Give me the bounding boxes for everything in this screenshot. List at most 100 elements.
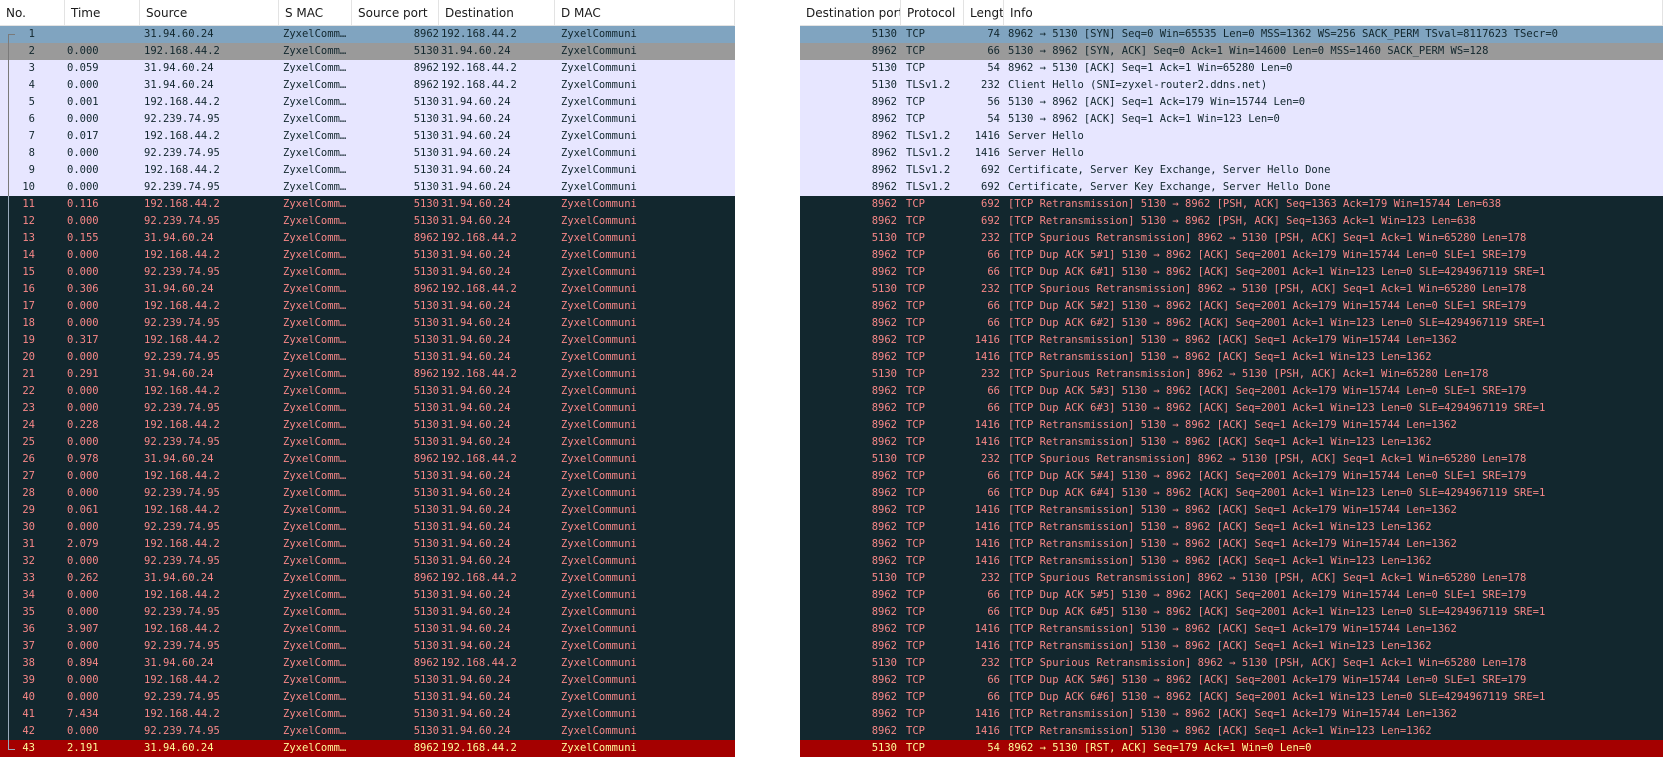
packet-row-left[interactable]: 17 0.000 192.168.44.2 ZyxelComm… 5130 31.94.6…	[0, 298, 735, 315]
packet-row-left[interactable]: 35 0.000 92.239.74.95 ZyxelComm… 5130 31.94.6…	[0, 604, 735, 621]
packet-row-left[interactable]: 21 0.291 31.94.60.24 ZyxelComm… 8962 192.168.…	[0, 366, 735, 383]
packet-row-right[interactable]: 8962 TCP 66 [TCP Dup ACK 5#1] 5130 → 8962 […	[800, 247, 1663, 264]
packet-row-right[interactable]: 5130 TCP 232 [TCP Spurious Retransmission] …	[800, 281, 1663, 298]
col-info-header[interactable]: Info	[1004, 0, 1663, 25]
col-source-port-header[interactable]: Source port	[352, 0, 439, 25]
packet-row-left[interactable]: 31 2.079 192.168.44.2 ZyxelComm… 5130 31.94.6…	[0, 536, 735, 553]
packet-row-left[interactable]: 43 2.191 31.94.60.24 ZyxelComm… 8962 192.168.…	[0, 740, 735, 757]
packet-row-left[interactable]: 24 0.228 192.168.44.2 ZyxelComm… 5130 31.94.6…	[0, 417, 735, 434]
packet-row-left[interactable]: 36 3.907 192.168.44.2 ZyxelComm… 5130 31.94.6…	[0, 621, 735, 638]
packet-row-left[interactable]: 39 0.000 192.168.44.2 ZyxelComm… 5130 31.94.6…	[0, 672, 735, 689]
packet-row-right[interactable]: 8962 TCP 66 [TCP Dup ACK 6#4] 5130 → 8962 […	[800, 485, 1663, 502]
packet-row-left[interactable]: 20 0.000 92.239.74.95 ZyxelComm… 5130 31.94.6…	[0, 349, 735, 366]
packet-row-right[interactable]: 8962 TCP 1416 [TCP Retransmission] 5130 → 8…	[800, 349, 1663, 366]
packet-row-left[interactable]: 11 0.116 192.168.44.2 ZyxelComm… 5130 31.94.6…	[0, 196, 735, 213]
packet-row-right[interactable]: 8962 TCP 66 [TCP Dup ACK 5#3] 5130 → 8962 […	[800, 383, 1663, 400]
packet-row-right[interactable]: 8962 TCP 1416 [TCP Retransmission] 5130 → 8…	[800, 723, 1663, 740]
packet-row-right[interactable]: 8962 TCP 1416 [TCP Retransmission] 5130 → 8…	[800, 553, 1663, 570]
packet-row-left[interactable]: 19 0.317 192.168.44.2 ZyxelComm… 5130 31.94.6…	[0, 332, 735, 349]
packet-row-right[interactable]: 5130 TCP 232 [TCP Spurious Retransmission] …	[800, 366, 1663, 383]
packet-row-right[interactable]: 8962 TCP 1416 [TCP Retransmission] 5130 → 8…	[800, 417, 1663, 434]
packet-row-left[interactable]: 7 0.017 192.168.44.2 ZyxelComm… 5130 31.94.60…	[0, 128, 735, 145]
packet-row-left[interactable]: 32 0.000 92.239.74.95 ZyxelComm… 5130 31.94.6…	[0, 553, 735, 570]
packet-row-right[interactable]: 8962 TCP 1416 [TCP Retransmission] 5130 → 8…	[800, 434, 1663, 451]
packet-row-left[interactable]: 30 0.000 92.239.74.95 ZyxelComm… 5130 31.94.6…	[0, 519, 735, 536]
packet-row-left[interactable]: 14 0.000 192.168.44.2 ZyxelComm… 5130 31.94.6…	[0, 247, 735, 264]
conversation-tree-line	[8, 383, 15, 400]
col-source-header[interactable]: Source	[140, 0, 279, 25]
packet-row-left[interactable]: 15 0.000 92.239.74.95 ZyxelComm… 5130 31.94.6…	[0, 264, 735, 281]
packet-row-right[interactable]: 8962 TCP 1416 [TCP Retransmission] 5130 → 8…	[800, 706, 1663, 723]
packet-row-left[interactable]: 12 0.000 92.239.74.95 ZyxelComm… 5130 31.94.6…	[0, 213, 735, 230]
packet-row-right[interactable]: 8962 TCP 1416 [TCP Retransmission] 5130 → 8…	[800, 502, 1663, 519]
packet-row-right[interactable]: 8962 TCP 1416 [TCP Retransmission] 5130 → 8…	[800, 621, 1663, 638]
packet-row-left[interactable]: 26 0.978 31.94.60.24 ZyxelComm… 8962 192.168.…	[0, 451, 735, 468]
packet-row-right[interactable]: 5130 TCP 74 8962 → 5130 [SYN] Seq=0 Win=655…	[800, 26, 1663, 43]
packet-row-right[interactable]: 5130 TCP 232 [TCP Spurious Retransmission] …	[800, 230, 1663, 247]
col-length-header[interactable]: Length	[964, 0, 1004, 25]
packet-row-left[interactable]: 42 0.000 92.239.74.95 ZyxelComm… 5130 31.94.6…	[0, 723, 735, 740]
packet-row-right[interactable]: 8962 TCP 66 [TCP Dup ACK 5#4] 5130 → 8962 […	[800, 468, 1663, 485]
packet-row-left[interactable]: 40 0.000 92.239.74.95 ZyxelComm… 5130 31.94.6…	[0, 689, 735, 706]
packet-row-left[interactable]: 1 31.94.60.24 ZyxelComm… 8962 192.168.44.2 Zy…	[0, 26, 735, 44]
col-destination-header[interactable]: Destination	[439, 0, 555, 25]
packet-row-left[interactable]: 37 0.000 92.239.74.95 ZyxelComm… 5130 31.94.6…	[0, 638, 735, 655]
packet-row-right[interactable]: 8962 TCP 66 [TCP Dup ACK 5#5] 5130 → 8962 […	[800, 587, 1663, 604]
packet-row-left[interactable]: 23 0.000 92.239.74.95 ZyxelComm… 5130 31.94.6…	[0, 400, 735, 417]
packet-row-left[interactable]: 33 0.262 31.94.60.24 ZyxelComm… 8962 192.168.…	[0, 570, 735, 587]
col-dmac-header[interactable]: D MAC	[555, 0, 735, 25]
packet-row-left[interactable]: 25 0.000 92.239.74.95 ZyxelComm… 5130 31.94.6…	[0, 434, 735, 451]
packet-row-right[interactable]: 8962 TCP 1416 [TCP Retransmission] 5130 → 8…	[800, 638, 1663, 655]
packet-row-left[interactable]: 3 0.059 31.94.60.24 ZyxelComm… 8962 192.168.4…	[0, 60, 735, 77]
packet-row-left[interactable]: 22 0.000 192.168.44.2 ZyxelComm… 5130 31.94.6…	[0, 383, 735, 400]
col-time-header[interactable]: Time	[65, 0, 140, 25]
packet-row-right[interactable]: 8962 TCP 66 [TCP Dup ACK 6#2] 5130 → 8962 […	[800, 315, 1663, 332]
packet-row-left[interactable]: 34 0.000 192.168.44.2 ZyxelComm… 5130 31.94.6…	[0, 587, 735, 604]
packet-row-left[interactable]: 38 0.894 31.94.60.24 ZyxelComm… 8962 192.168.…	[0, 655, 735, 672]
packet-row-left[interactable]: 6 0.000 92.239.74.95 ZyxelComm… 5130 31.94.60…	[0, 111, 735, 128]
packet-row-left[interactable]: 2 0.000 192.168.44.2 ZyxelComm… 5130 31.94.60…	[0, 43, 735, 60]
packet-row-right[interactable]: 8962 TCP 66 [TCP Dup ACK 5#2] 5130 → 8962 […	[800, 298, 1663, 315]
packet-row-left[interactable]: 28 0.000 92.239.74.95 ZyxelComm… 5130 31.94.6…	[0, 485, 735, 502]
packet-row-right[interactable]: 8962 TCP 54 5130 → 8962 [ACK] Seq=1 Ack=1 W…	[800, 111, 1663, 128]
packet-row-right[interactable]: 8962 TCP 66 5130 → 8962 [SYN, ACK] Seq=0 Ac…	[800, 43, 1663, 60]
packet-row-right[interactable]: 8962 TCP 1416 [TCP Retransmission] 5130 → 8…	[800, 519, 1663, 536]
cell-dmac: ZyxelCommuni	[561, 45, 637, 57]
packet-row-right[interactable]: 5130 TLSv1.2 232 Client Hello (SNI=zyxel-ro…	[800, 77, 1663, 94]
packet-row-left[interactable]: 29 0.061 192.168.44.2 ZyxelComm… 5130 31.94.6…	[0, 502, 735, 519]
packet-row-left[interactable]: 4 0.000 31.94.60.24 ZyxelComm… 8962 192.168.4…	[0, 77, 735, 94]
packet-row-right[interactable]: 5130 TCP 232 [TCP Spurious Retransmission] …	[800, 451, 1663, 468]
col-smac-header[interactable]: S MAC	[279, 0, 352, 25]
packet-row-right[interactable]: 8962 TCP 66 [TCP Dup ACK 6#6] 5130 → 8962 […	[800, 689, 1663, 706]
col-no-header[interactable]: No.	[0, 0, 65, 25]
packet-row-right[interactable]: 8962 TCP 66 [TCP Dup ACK 6#1] 5130 → 8962 […	[800, 264, 1663, 281]
packet-row-left[interactable]: 10 0.000 92.239.74.95 ZyxelComm… 5130 31.94.6…	[0, 179, 735, 196]
cell-info: [TCP Dup ACK 6#2] 5130 → 8962 [ACK] Seq=…	[1008, 317, 1546, 329]
packet-row-right[interactable]: 8962 TLSv1.2 1416 Server Hello	[800, 145, 1663, 162]
packet-row-right[interactable]: 8962 TCP 56 5130 → 8962 [ACK] Seq=1 Ack=179…	[800, 94, 1663, 111]
packet-row-left[interactable]: 9 0.000 192.168.44.2 ZyxelComm… 5130 31.94.60…	[0, 162, 735, 179]
packet-row-right[interactable]: 8962 TCP 1416 [TCP Retransmission] 5130 → 8…	[800, 332, 1663, 349]
packet-row-right[interactable]: 8962 TLSv1.2 692 Certificate, Server Key Ex…	[800, 162, 1663, 179]
packet-row-right[interactable]: 5130 TCP 232 [TCP Spurious Retransmission] …	[800, 570, 1663, 587]
packet-row-right[interactable]: 5130 TCP 54 8962 → 5130 [RST, ACK] Seq=179 …	[800, 740, 1663, 757]
packet-row-left[interactable]: 5 0.001 192.168.44.2 ZyxelComm… 5130 31.94.60…	[0, 94, 735, 111]
packet-row-right[interactable]: 8962 TCP 66 [TCP Dup ACK 6#5] 5130 → 8962 […	[800, 604, 1663, 621]
packet-row-left[interactable]: 16 0.306 31.94.60.24 ZyxelComm… 8962 192.168.…	[0, 281, 735, 298]
packet-row-left[interactable]: 41 7.434 192.168.44.2 ZyxelComm… 5130 31.94.6…	[0, 706, 735, 723]
packet-row-right[interactable]: 5130 TCP 54 8962 → 5130 [ACK] Seq=1 Ack=1 W…	[800, 60, 1663, 77]
packet-row-right[interactable]: 8962 TCP 1416 [TCP Retransmission] 5130 → 8…	[800, 536, 1663, 553]
packet-row-right[interactable]: 5130 TCP 232 [TCP Spurious Retransmission] …	[800, 655, 1663, 672]
packet-row-right[interactable]: 8962 TCP 66 [TCP Dup ACK 6#3] 5130 → 8962 […	[800, 400, 1663, 417]
packet-row-left[interactable]: 13 0.155 31.94.60.24 ZyxelComm… 8962 192.168.…	[0, 230, 735, 247]
packet-row-right[interactable]: 8962 TLSv1.2 692 Certificate, Server Key Ex…	[800, 179, 1663, 196]
packet-row-right[interactable]: 8962 TCP 692 [TCP Retransmission] 5130 → 89…	[800, 196, 1663, 213]
packet-row-left[interactable]: 18 0.000 92.239.74.95 ZyxelComm… 5130 31.94.6…	[0, 315, 735, 332]
col-protocol-header[interactable]: Protocol	[901, 0, 964, 25]
packet-row-left[interactable]: 27 0.000 192.168.44.2 ZyxelComm… 5130 31.94.6…	[0, 468, 735, 485]
col-destination-port-header[interactable]: Destination port	[800, 0, 901, 25]
packet-row-right[interactable]: 8962 TCP 66 [TCP Dup ACK 5#6] 5130 → 8962 […	[800, 672, 1663, 689]
packet-row-left[interactable]: 8 0.000 92.239.74.95 ZyxelComm… 5130 31.94.60…	[0, 145, 735, 162]
packet-row-right[interactable]: 8962 TCP 692 [TCP Retransmission] 5130 → 89…	[800, 213, 1663, 230]
packet-row-right[interactable]: 8962 TLSv1.2 1416 Server Hello	[800, 128, 1663, 145]
